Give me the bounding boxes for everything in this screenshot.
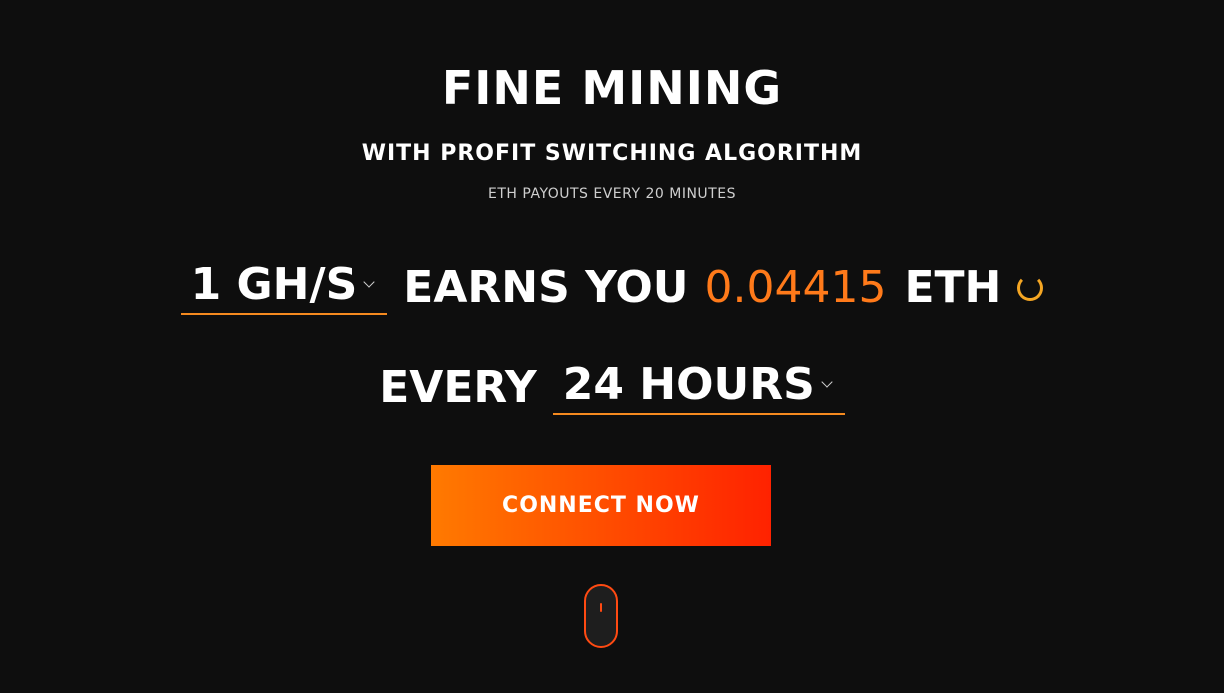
- hashrate-value: 1 GH/S: [190, 259, 358, 310]
- period-select[interactable]: 24 HOURS: [552, 358, 845, 415]
- earnings-row: 1 GH/S EARNS YOU 0.04415 ETH: [0, 258, 1224, 315]
- connect-now-button[interactable]: CONNECT NOW: [431, 465, 771, 546]
- page-subtitle: WITH PROFIT SWITCHING ALGORITHM: [361, 141, 863, 166]
- every-label: EVERY: [379, 362, 537, 413]
- page-title: FINE MINING: [441, 61, 783, 115]
- period-row: EVERY 24 HOURS: [0, 358, 1224, 415]
- mouse-scroll-icon[interactable]: [584, 584, 618, 648]
- spinner-icon: [1017, 275, 1044, 301]
- earnings-amount: 0.04415: [704, 262, 887, 313]
- earns-you-label: EARNS YOU: [403, 262, 689, 313]
- period-value: 24 HOURS: [562, 359, 815, 410]
- hashrate-select[interactable]: 1 GH/S: [180, 258, 388, 315]
- mouse-wheel: [600, 603, 602, 612]
- currency-label: ETH: [904, 262, 1002, 313]
- hero-section: FINE MINING WITH PROFIT SWITCHING ALGORI…: [0, 0, 1224, 693]
- chevron-down-icon: [363, 276, 375, 288]
- chevron-down-icon: [821, 376, 833, 388]
- payouts-note: ETH PAYOUTS EVERY 20 MINUTES: [488, 186, 736, 202]
